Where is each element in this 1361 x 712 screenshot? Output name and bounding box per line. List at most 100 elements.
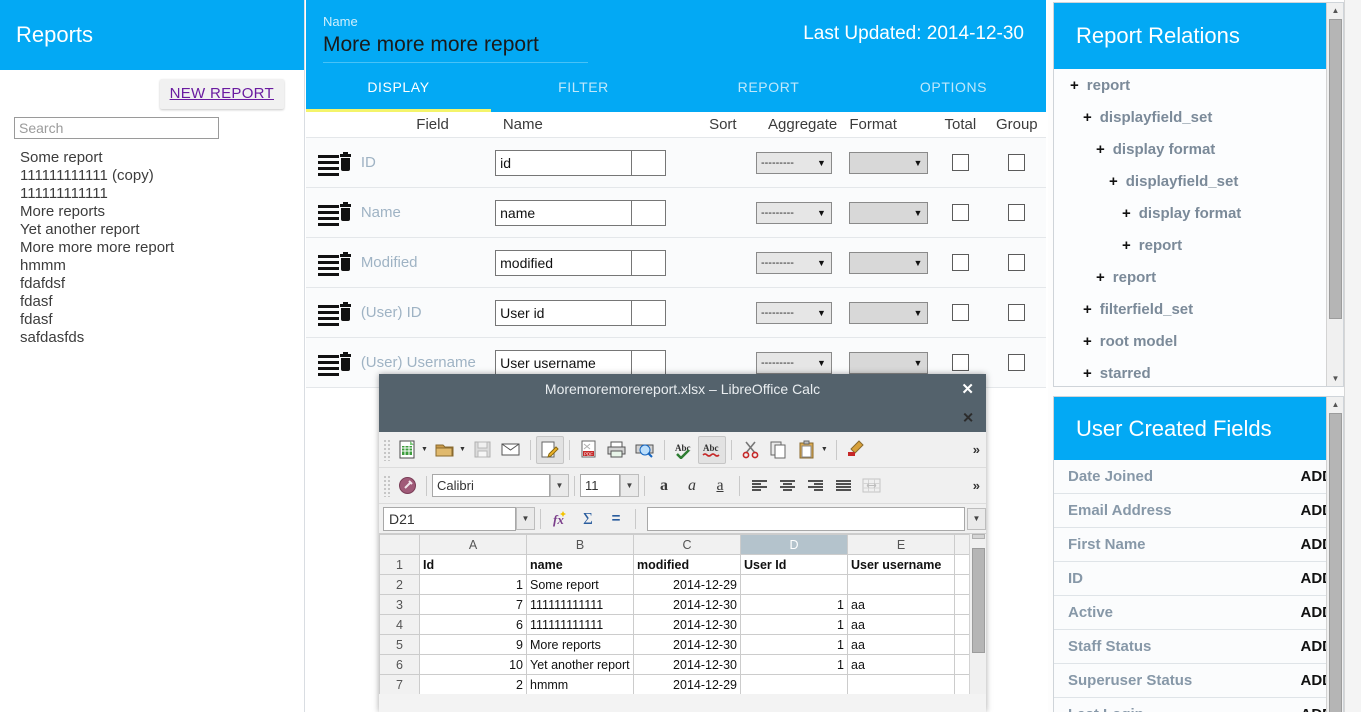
underline-icon[interactable]: a (706, 472, 734, 500)
field-sort-input[interactable] (632, 149, 667, 176)
sheet-cell-B4[interactable]: 111111111111 (526, 614, 634, 635)
copy-icon[interactable] (765, 436, 793, 464)
toolbar-grip-icon[interactable] (383, 438, 390, 461)
scroll-up-arrow-icon[interactable]: ▲ (1327, 3, 1343, 18)
row-header[interactable]: 6 (379, 654, 420, 675)
sheet-vertical-scrollbar[interactable] (969, 534, 986, 694)
sheet-cell-C1[interactable]: modified (633, 554, 741, 575)
sheet-cell-A1[interactable]: Id (419, 554, 527, 575)
drag-handle-icon[interactable] (318, 305, 339, 326)
cell-reference-input[interactable] (383, 506, 516, 531)
function-wizard-icon[interactable]: fx (546, 505, 574, 533)
row-header[interactable]: 3 (379, 594, 420, 615)
expand-plus-icon[interactable]: + (1083, 333, 1092, 350)
toolbar-grip-icon[interactable] (383, 474, 390, 497)
expand-plus-icon[interactable]: + (1070, 77, 1079, 94)
userfields-scroll-thumb[interactable] (1329, 413, 1342, 712)
relation-tree-node[interactable]: + displayfield_set (1054, 101, 1343, 133)
report-list-item[interactable]: 111111111111 (20, 185, 290, 203)
sheet-cell-E3[interactable]: aa (847, 594, 955, 615)
total-checkbox[interactable] (951, 204, 969, 221)
report-list-item[interactable]: More reports (20, 203, 290, 221)
tab-filter[interactable]: FILTER (491, 74, 676, 112)
sheet-cell-D2[interactable] (740, 574, 848, 595)
report-list-item[interactable]: Yet another report (20, 221, 290, 239)
print-icon[interactable] (603, 436, 631, 464)
align-justify-icon[interactable] (829, 472, 857, 500)
toolbar-overflow-icon[interactable]: » (973, 478, 980, 493)
tab-options[interactable]: OPTIONS (861, 74, 1046, 112)
userfields-scrollbar[interactable]: ▲ (1326, 397, 1343, 712)
total-checkbox[interactable] (951, 354, 969, 371)
report-title-input[interactable]: More more more report (323, 33, 588, 63)
sheet-cell-D5[interactable]: 1 (740, 634, 848, 655)
relation-tree-node[interactable]: + display format (1054, 197, 1343, 229)
paste-icon[interactable] (793, 436, 821, 464)
field-name-input[interactable] (495, 249, 633, 276)
column-header-e[interactable]: E (847, 534, 955, 555)
spellcheck-icon[interactable]: Abc (670, 436, 698, 464)
delete-icon[interactable] (339, 302, 352, 321)
sheet-cell-A6[interactable]: 10 (419, 654, 527, 675)
total-checkbox[interactable] (951, 154, 969, 171)
row-header[interactable]: 4 (379, 614, 420, 635)
aggregate-select[interactable]: --------- (755, 301, 832, 324)
align-right-icon[interactable] (801, 472, 829, 500)
report-list-item[interactable]: Some report (20, 149, 290, 167)
column-header-a[interactable]: A (419, 534, 527, 555)
sheet-cell-A3[interactable]: 7 (419, 594, 527, 615)
expand-plus-icon[interactable]: + (1083, 301, 1092, 318)
row-header[interactable]: 2 (379, 574, 420, 595)
expand-plus-icon[interactable]: + (1083, 365, 1092, 382)
merge-cells-icon[interactable] (857, 472, 885, 500)
field-name-input[interactable] (495, 299, 633, 326)
page-scrollbar[interactable] (1344, 0, 1361, 712)
window-close-icon[interactable]: ✕ (961, 380, 974, 398)
expand-plus-icon[interactable]: + (1122, 237, 1131, 254)
font-name-input[interactable] (432, 474, 550, 497)
tab-report[interactable]: REPORT (676, 74, 861, 112)
format-select[interactable] (849, 351, 929, 374)
sheet-cell-B1[interactable]: name (526, 554, 634, 575)
delete-icon[interactable] (339, 202, 352, 221)
drag-handle-icon[interactable] (318, 205, 339, 226)
delete-icon[interactable] (339, 152, 352, 171)
expand-plus-icon[interactable]: + (1096, 141, 1105, 158)
sheet-cell-E1[interactable]: User username (847, 554, 955, 575)
field-name-input[interactable] (495, 149, 633, 176)
relations-scrollbar[interactable]: ▲ ▼ (1326, 3, 1343, 386)
print-preview-icon[interactable] (631, 436, 659, 464)
total-checkbox[interactable] (951, 254, 969, 271)
report-list-item[interactable]: fdasf (20, 311, 290, 329)
aggregate-select[interactable]: --------- (755, 351, 832, 374)
sheet-cell-A7[interactable]: 2 (419, 674, 527, 694)
sheet-cell-B3[interactable]: 111111111111 (526, 594, 634, 615)
drag-handle-icon[interactable] (318, 255, 339, 276)
row-header[interactable]: 5 (379, 634, 420, 655)
formula-expand-icon[interactable]: ▼ (967, 507, 986, 530)
relation-tree-node[interactable]: + report (1054, 229, 1343, 261)
scroll-up-arrow-icon[interactable]: ▲ (1327, 397, 1343, 412)
group-checkbox[interactable] (1008, 204, 1026, 221)
column-header-d[interactable]: D (740, 534, 848, 555)
italic-icon[interactable]: a (678, 472, 706, 500)
column-header-c[interactable]: C (633, 534, 741, 555)
relation-tree-node[interactable]: + report (1054, 69, 1343, 101)
report-list-item[interactable]: 111111111111 (copy) (20, 167, 290, 185)
new-report-button[interactable]: NEW REPORT (159, 79, 284, 109)
font-name-dropdown-icon[interactable]: ▼ (550, 474, 569, 497)
font-size-dropdown-icon[interactable]: ▼ (620, 474, 639, 497)
tab-display[interactable]: DISPLAY (306, 74, 491, 112)
field-name-input[interactable] (495, 349, 633, 376)
sheet-cell-A5[interactable]: 9 (419, 634, 527, 655)
aggregate-select[interactable]: --------- (755, 151, 832, 174)
relation-tree-node[interactable]: + starred (1054, 357, 1343, 386)
expand-plus-icon[interactable]: + (1109, 173, 1118, 190)
sheet-cell-C5[interactable]: 2014-12-30 (633, 634, 741, 655)
group-checkbox[interactable] (1008, 354, 1026, 371)
sheet-scroll-thumb[interactable] (972, 548, 985, 653)
formula-input[interactable] (647, 506, 965, 531)
sheet-split-handle[interactable] (972, 534, 985, 539)
group-checkbox[interactable] (1008, 254, 1026, 271)
sum-icon[interactable]: Σ (574, 505, 602, 533)
